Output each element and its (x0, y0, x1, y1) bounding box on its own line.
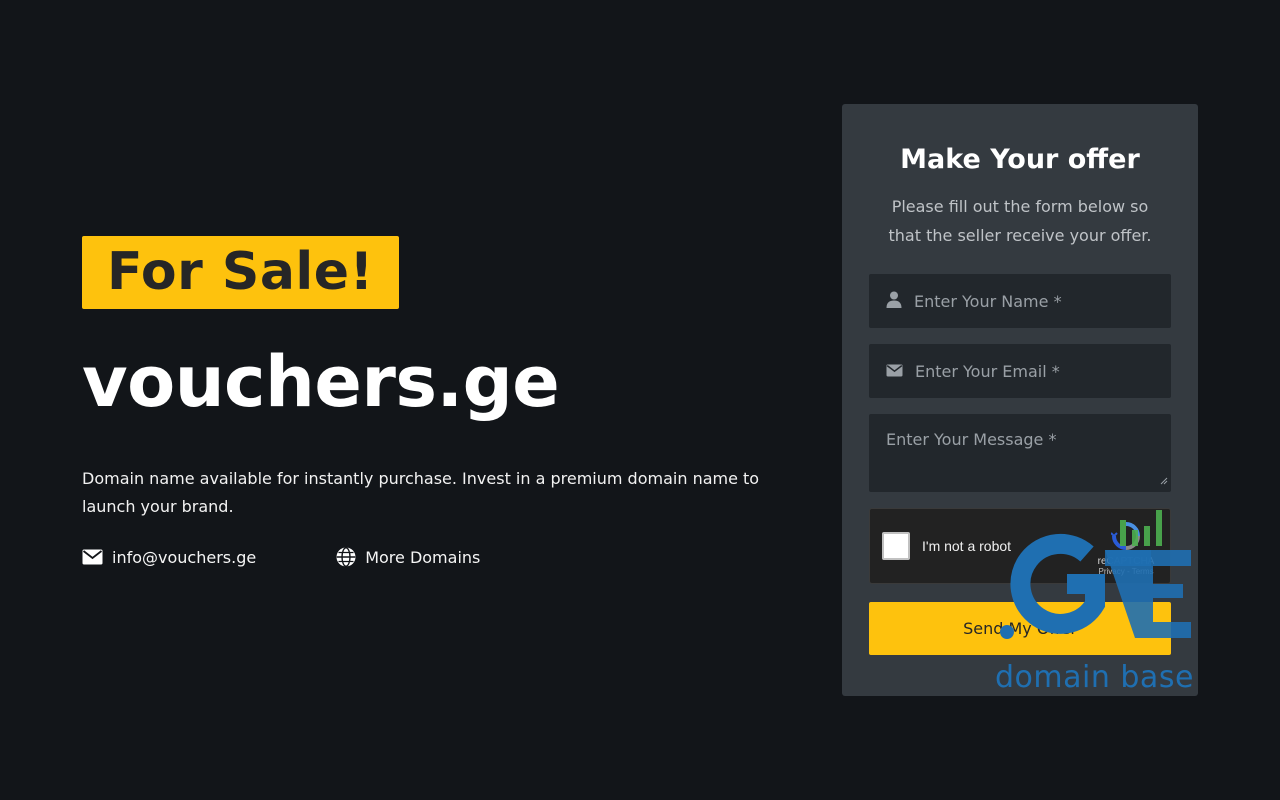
recaptcha-branding: reCAPTCHA Privacy - Terms (1094, 521, 1158, 576)
domain-description: Domain name available for instantly purc… (82, 469, 760, 516)
name-placeholder: Enter Your Name * (914, 291, 1062, 311)
form-title: Make Your offer (900, 144, 1140, 175)
resize-grip-icon[interactable] (1160, 470, 1168, 489)
envelope-icon (82, 549, 103, 565)
email-placeholder: Enter Your Email * (915, 361, 1060, 381)
recaptcha-label: I'm not a robot (922, 538, 1012, 554)
user-icon (886, 291, 902, 312)
email-field[interactable]: Enter Your Email * (869, 344, 1171, 398)
for-sale-badge: For Sale! (82, 236, 399, 309)
recaptcha-brand-text: reCAPTCHA (1097, 556, 1155, 567)
email-label: info@vouchers.ge (112, 547, 257, 567)
email-link[interactable]: info@vouchers.ge (82, 548, 256, 567)
more-domains-label: More Domains (365, 547, 481, 567)
recaptcha-links[interactable]: Privacy - Terms (1094, 567, 1158, 576)
domain-name-heading: vouchers.ge (82, 341, 560, 423)
name-field[interactable]: Enter Your Name * (869, 274, 1171, 328)
globe-icon (336, 547, 356, 567)
hero-section: For Sale! vouchers.ge Domain name availa… (82, 236, 782, 567)
recaptcha-widget: I'm not a robot reCAPTCHA Privacy - Term… (869, 508, 1171, 584)
envelope-icon (886, 362, 903, 381)
more-domains-link[interactable]: More Domains (336, 547, 480, 567)
form-subtitle: Please fill out the form below so that t… (888, 197, 1152, 245)
send-offer-button[interactable]: Send My Offer (869, 602, 1171, 655)
recaptcha-logo-icon (1110, 522, 1141, 555)
recaptcha-checkbox[interactable] (882, 532, 910, 560)
contact-links: info@vouchers.ge More Domains (82, 547, 782, 567)
message-placeholder: Enter Your Message * (886, 430, 1057, 449)
message-field[interactable]: Enter Your Message * (869, 414, 1171, 492)
offer-form: Make Your offer Please fill out the form… (842, 104, 1198, 696)
